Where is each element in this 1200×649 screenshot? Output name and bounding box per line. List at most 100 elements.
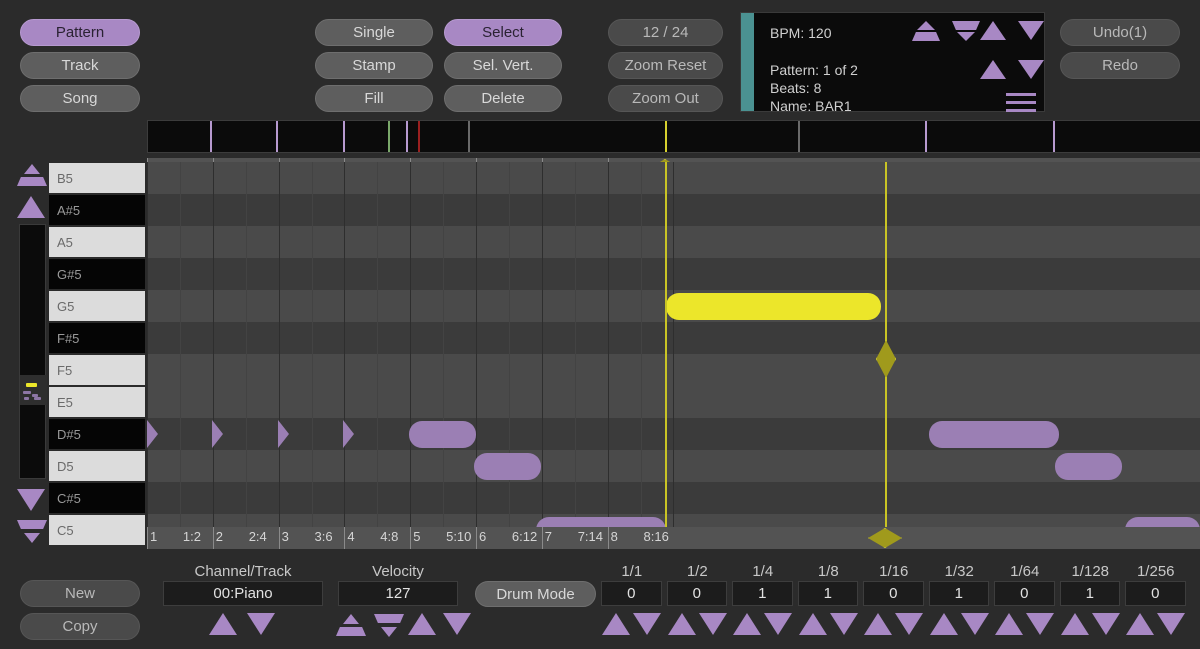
new-button[interactable]: New bbox=[20, 580, 140, 607]
menu-hamburger-icon[interactable] bbox=[1006, 93, 1036, 112]
vertical-scrollbar-thumb[interactable] bbox=[20, 375, 47, 405]
division-up-icon-1-256[interactable] bbox=[1126, 613, 1154, 635]
timeline-ruler-bottom[interactable]: 1 1:2 2 2:4 3 3:6 4 4:8 5 5:10 6 6:12 7 7:14 8 8:16 bbox=[147, 527, 1200, 549]
channel-down-icon[interactable] bbox=[247, 613, 275, 635]
division-down-icon-1-16[interactable] bbox=[895, 613, 923, 635]
pattern-readout: Pattern: 1 of 2 bbox=[770, 62, 858, 78]
channel-track-value[interactable]: 00:Piano bbox=[163, 581, 323, 606]
piano-key-F5[interactable]: F5 bbox=[48, 354, 146, 386]
overview-marker bbox=[1053, 121, 1055, 152]
select-button-sel-vert[interactable]: Sel. Vert. bbox=[444, 52, 562, 79]
note[interactable] bbox=[409, 421, 476, 448]
overview-marker bbox=[798, 121, 800, 152]
zoom-button-zoom-out[interactable]: Zoom Out bbox=[608, 85, 723, 112]
division-down-icon-1-256[interactable] bbox=[1157, 613, 1185, 635]
piano-key-Fsharp5[interactable]: F#5 bbox=[48, 322, 146, 354]
copy-button[interactable]: Copy bbox=[20, 613, 140, 640]
overview-marker bbox=[210, 121, 212, 152]
scroll-down-icon[interactable] bbox=[17, 489, 45, 511]
mode-button-pattern[interactable]: Pattern bbox=[20, 19, 140, 46]
division-down-icon-1-64[interactable] bbox=[1026, 613, 1054, 635]
grid-vertical-line bbox=[541, 162, 543, 530]
selection-start-line[interactable] bbox=[665, 162, 667, 530]
redo-button[interactable]: Redo bbox=[1060, 52, 1180, 79]
piano-key-Gsharp5[interactable]: G#5 bbox=[48, 258, 146, 290]
bpm-down-icon[interactable] bbox=[1018, 21, 1044, 40]
division-down-icon-1-2[interactable] bbox=[698, 613, 727, 635]
piano-key-Dsharp5[interactable]: D#5 bbox=[48, 418, 146, 450]
mode-button-song[interactable]: Song bbox=[20, 85, 140, 112]
overview-marker bbox=[418, 121, 420, 152]
grid-vertical-line bbox=[574, 162, 576, 530]
piano-key-Asharp5[interactable]: A#5 bbox=[48, 194, 146, 226]
note[interactable] bbox=[474, 453, 541, 480]
velocity-down-icon[interactable] bbox=[443, 613, 471, 635]
division-down-icon-1-32[interactable] bbox=[960, 613, 989, 635]
scroll-up-icon[interactable] bbox=[17, 196, 45, 218]
scroll-page-up-icon[interactable] bbox=[17, 164, 47, 188]
edit-button-fill[interactable]: Fill bbox=[315, 85, 433, 112]
note[interactable] bbox=[1055, 453, 1122, 480]
division-down-icon-1-128[interactable] bbox=[1091, 613, 1120, 635]
velocity-up-icon[interactable] bbox=[408, 613, 436, 635]
piano-key-G5[interactable]: G5 bbox=[48, 290, 146, 322]
note[interactable] bbox=[929, 421, 1059, 448]
piano-key-A5[interactable]: A5 bbox=[48, 226, 146, 258]
bpm-fine-up-icon[interactable] bbox=[912, 21, 940, 42]
undo-button[interactable]: Undo(1) bbox=[1060, 19, 1180, 46]
division-up-icon-1-4[interactable] bbox=[733, 613, 761, 635]
division-up-icon-1-64[interactable] bbox=[995, 613, 1023, 635]
pattern-down-icon[interactable] bbox=[1018, 60, 1044, 79]
select-button-select[interactable]: Select bbox=[444, 19, 562, 46]
piano-key-D5[interactable]: D5 bbox=[48, 450, 146, 482]
note-selected[interactable] bbox=[666, 293, 881, 320]
ruler-label: 4 bbox=[347, 529, 355, 544]
channel-up-icon[interactable] bbox=[209, 613, 237, 635]
division-value-1-16[interactable]: 0 bbox=[863, 581, 924, 606]
division-up-icon-1-2[interactable] bbox=[667, 613, 696, 635]
bpm-fine-down-icon[interactable] bbox=[952, 21, 980, 42]
scroll-page-down-icon[interactable] bbox=[17, 520, 47, 544]
division-caption-1-256: 1/256 bbox=[1136, 563, 1175, 580]
division-value-1-1[interactable]: 0 bbox=[601, 581, 662, 606]
division-value-1-8[interactable]: 1 bbox=[797, 581, 858, 606]
vertical-scrollbar-track[interactable] bbox=[19, 224, 47, 479]
drum-mode-button[interactable]: Drum Mode bbox=[475, 581, 596, 607]
division-caption-1-4: 1/4 bbox=[752, 563, 774, 580]
division-down-icon-1-1[interactable] bbox=[633, 613, 661, 635]
zoom-button-zoom-reset[interactable]: Zoom Reset bbox=[608, 52, 723, 79]
division-down-icon-1-8[interactable] bbox=[829, 613, 858, 635]
overview-marker bbox=[665, 121, 667, 152]
division-value-1-2[interactable]: 0 bbox=[666, 581, 727, 606]
piano-key-C5[interactable]: C5 bbox=[48, 514, 146, 546]
velocity-fine-down-icon[interactable] bbox=[374, 614, 404, 638]
division-up-icon-1-1[interactable] bbox=[602, 613, 630, 635]
minimap-selected-note bbox=[26, 383, 37, 387]
velocity-fine-up-icon[interactable] bbox=[336, 614, 366, 638]
division-value-1-64[interactable]: 0 bbox=[994, 581, 1055, 606]
edit-button-single[interactable]: Single bbox=[315, 19, 433, 46]
division-up-icon-1-16[interactable] bbox=[864, 613, 892, 635]
division-up-icon-1-32[interactable] bbox=[929, 613, 958, 635]
piano-key-B5[interactable]: B5 bbox=[48, 162, 146, 194]
piano-key-Csharp5[interactable]: C#5 bbox=[48, 482, 146, 514]
piano-roll-grid[interactable] bbox=[147, 162, 1200, 530]
division-up-icon-1-128[interactable] bbox=[1060, 613, 1089, 635]
piano-key-E5[interactable]: E5 bbox=[48, 386, 146, 418]
division-value-1-4[interactable]: 1 bbox=[732, 581, 793, 606]
division-value-1-128[interactable]: 1 bbox=[1059, 581, 1120, 606]
division-up-icon-1-8[interactable] bbox=[798, 613, 827, 635]
select-button-delete[interactable]: Delete bbox=[444, 85, 562, 112]
bpm-up-icon[interactable] bbox=[980, 21, 1006, 40]
division-value-1-32[interactable]: 1 bbox=[928, 581, 989, 606]
division-value-1-256[interactable]: 0 bbox=[1125, 581, 1186, 606]
pattern-overview-strip[interactable] bbox=[147, 120, 1200, 153]
pattern-up-icon[interactable] bbox=[980, 60, 1006, 79]
mode-button-track[interactable]: Track bbox=[20, 52, 140, 79]
edit-button-stamp[interactable]: Stamp bbox=[315, 52, 433, 79]
division-caption-1-64: 1/64 bbox=[1010, 563, 1040, 580]
selection-end-handle[interactable] bbox=[868, 528, 902, 548]
division-down-icon-1-4[interactable] bbox=[764, 613, 792, 635]
zoom-button-12-24[interactable]: 12 / 24 bbox=[608, 19, 723, 46]
velocity-value[interactable]: 127 bbox=[338, 581, 458, 606]
